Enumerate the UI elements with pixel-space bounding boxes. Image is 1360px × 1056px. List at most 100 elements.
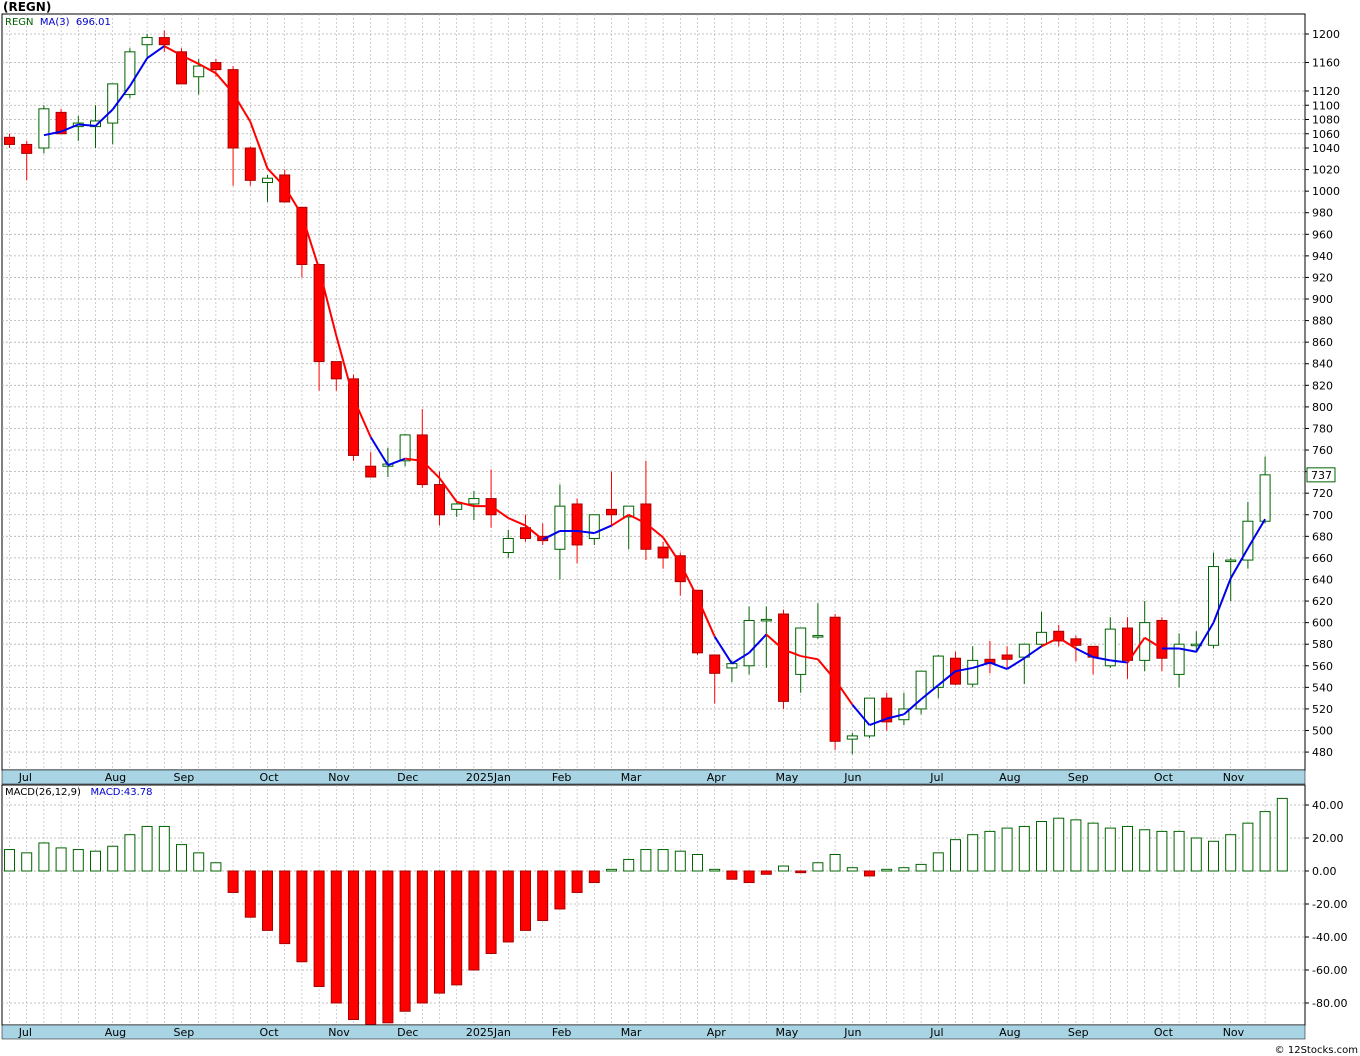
- candle-body: [1001, 654, 1013, 660]
- macd-bar: [1087, 822, 1099, 872]
- month-label: Dec: [397, 1026, 418, 1039]
- candle-body: [864, 697, 875, 737]
- macd-legend-label: MACD(26,12,9): [5, 787, 81, 798]
- macd-tick-label: 0.00: [1312, 865, 1337, 878]
- month-label: Jun: [843, 771, 861, 784]
- macd-bar: [1190, 837, 1202, 872]
- macd-bar: [1001, 827, 1013, 872]
- candle-body: [726, 663, 738, 669]
- price-tick-label: 560: [1312, 660, 1333, 673]
- macd-bar: [760, 870, 772, 875]
- macd-tick-label: -80.00: [1312, 997, 1347, 1010]
- month-label: Oct: [260, 771, 280, 784]
- macd-legend-prefix: MACD:: [90, 787, 124, 798]
- macd-bar: [674, 850, 686, 872]
- price-tick-label: 1160: [1312, 57, 1340, 70]
- macd-bar: [967, 834, 979, 872]
- price-tick-label: 1100: [1312, 99, 1340, 112]
- ma3-line-segment: [78, 123, 96, 127]
- macd-bar: [296, 870, 308, 963]
- macd-bar: [1173, 830, 1185, 872]
- candle-body: [657, 546, 669, 559]
- price-tick-label: 520: [1312, 703, 1333, 716]
- macd-bar: [864, 870, 875, 877]
- macd-bar: [1225, 834, 1237, 872]
- month-label: Sep: [1068, 1026, 1089, 1039]
- candle-body: [743, 619, 755, 667]
- macd-bar: [90, 850, 101, 872]
- month-label: Mar: [621, 771, 642, 784]
- macd-bar: [640, 849, 652, 872]
- price-tick-label: 500: [1312, 725, 1333, 738]
- candle-body: [1225, 559, 1237, 563]
- candle-body: [571, 503, 583, 546]
- macd-bar: [692, 854, 703, 872]
- ma-legend-label: MA(3): [39, 17, 70, 28]
- macd-bar: [244, 870, 256, 918]
- macd-bar: [709, 868, 721, 872]
- candle-body: [141, 37, 153, 46]
- macd-bar: [1053, 817, 1065, 872]
- candle-body: [1156, 619, 1168, 659]
- macd-bar: [1259, 811, 1271, 872]
- candle-body: [709, 654, 721, 674]
- price-tick-label: 960: [1312, 228, 1333, 241]
- macd-tick-label: 20.00: [1312, 832, 1344, 845]
- macd-bar: [881, 868, 893, 872]
- candle-body: [38, 108, 50, 149]
- month-label: Jul: [929, 1026, 943, 1039]
- candle-body: [451, 503, 463, 510]
- macd-bar: [795, 870, 807, 874]
- month-label: Feb: [552, 771, 571, 784]
- month-label: Nov: [328, 771, 350, 784]
- macd-bar: [588, 870, 600, 884]
- price-tick-label: 600: [1312, 617, 1333, 630]
- macd-bar: [330, 870, 342, 1004]
- price-tick-label: 720: [1312, 487, 1333, 500]
- candle-body: [760, 618, 772, 622]
- site-credit: © 12Stocks.com: [1274, 1045, 1358, 1056]
- month-label: May: [776, 771, 799, 784]
- candle-body: [193, 65, 205, 78]
- macd-bar: [537, 870, 549, 921]
- candle-body: [795, 627, 807, 675]
- candle-body: [606, 508, 617, 516]
- candle-body: [1259, 474, 1271, 522]
- price-legend: REGN MA(3) 696.01: [5, 17, 111, 28]
- month-label: 2025Jan: [466, 1026, 511, 1039]
- candle-body: [21, 143, 33, 154]
- candle-body: [399, 434, 411, 462]
- ticker-title: (REGN): [3, 0, 52, 14]
- price-tick-label: 1000: [1312, 185, 1340, 198]
- month-label: Sep: [1068, 771, 1089, 784]
- macd-bar: [468, 870, 480, 971]
- macd-tick-label: 40.00: [1312, 799, 1344, 812]
- macd-bar: [1156, 830, 1168, 872]
- macd-bar: [176, 844, 187, 872]
- month-label: Jul: [929, 771, 943, 784]
- macd-bar: [1070, 819, 1082, 872]
- macd-bar: [279, 870, 291, 945]
- macd-bar: [520, 870, 531, 931]
- candle-body: [210, 62, 222, 71]
- macd-bar: [915, 863, 927, 872]
- candle-body: [1070, 638, 1082, 646]
- candle-body: [244, 147, 256, 181]
- macd-bar: [829, 854, 841, 872]
- month-label: Aug: [999, 1026, 1020, 1039]
- price-tick-label: 1200: [1312, 28, 1340, 41]
- candle-body: [124, 51, 136, 96]
- macd-bar: [846, 867, 858, 872]
- macd-bar: [812, 862, 824, 872]
- macd-bar: [1276, 797, 1288, 872]
- macd-bar: [1122, 825, 1133, 872]
- macd-legend: MACD(26,12,9) MACD:43.78: [5, 787, 153, 798]
- macd-bar: [365, 870, 377, 1025]
- candle-body: [846, 735, 858, 740]
- month-label: Sep: [174, 771, 195, 784]
- month-label: Oct: [1154, 1026, 1174, 1039]
- macd-bar: [382, 870, 394, 1024]
- price-tick-label: 580: [1312, 638, 1333, 651]
- price-tick-label: 920: [1312, 271, 1333, 284]
- price-month-band: [1, 769, 1306, 785]
